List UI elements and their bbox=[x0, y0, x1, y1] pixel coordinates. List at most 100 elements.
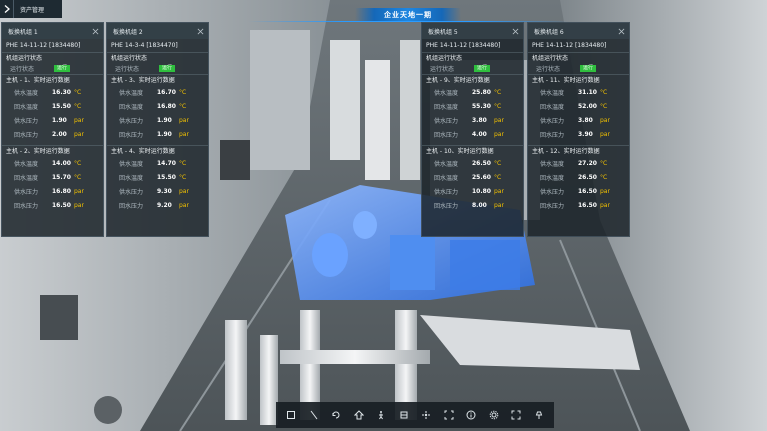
row-label: 供水温度 bbox=[434, 160, 459, 168]
row-label: 回水温度 bbox=[119, 103, 144, 111]
status-row: 运行状态 运行 bbox=[422, 63, 523, 74]
rotate-icon[interactable] bbox=[329, 408, 343, 422]
row-value: 15.70 bbox=[52, 173, 71, 181]
row-unit: °C bbox=[600, 88, 608, 96]
row-value: 25.80 bbox=[472, 88, 491, 96]
device-id: PHE 14-11-12 [1834480] bbox=[532, 42, 607, 49]
row-unit: par bbox=[74, 116, 84, 124]
data-row: 回水温度 55.30 °C bbox=[422, 99, 523, 113]
status-badge: 运行 bbox=[159, 65, 176, 72]
row-unit: °C bbox=[494, 159, 502, 167]
row-unit: par bbox=[600, 116, 610, 124]
roam-icon[interactable] bbox=[352, 408, 366, 422]
group-title: 主机 - 3、实时运行数据 bbox=[107, 74, 208, 85]
row-unit: par bbox=[179, 187, 189, 195]
row-label: 回水温度 bbox=[540, 174, 565, 182]
data-row: 供水温度 16.30 °C bbox=[2, 85, 103, 99]
status-label: 运行状态 bbox=[536, 66, 561, 73]
row-unit: °C bbox=[600, 173, 608, 181]
row-value: 1.90 bbox=[157, 130, 172, 138]
fullscreen-icon[interactable] bbox=[509, 408, 523, 422]
close-icon[interactable] bbox=[92, 28, 99, 35]
data-row: 供水压力 1.90 par bbox=[2, 113, 103, 127]
close-icon[interactable] bbox=[618, 28, 625, 35]
row-unit: par bbox=[179, 130, 189, 138]
row-label: 供水温度 bbox=[14, 89, 39, 97]
data-row: 回水温度 15.50 °C bbox=[107, 170, 208, 184]
status-badge: 运行 bbox=[580, 65, 597, 72]
close-icon[interactable] bbox=[512, 28, 519, 35]
group-title: 主机 - 1、实时运行数据 bbox=[2, 74, 103, 85]
row-unit: °C bbox=[179, 102, 187, 110]
section-icon[interactable] bbox=[397, 408, 411, 422]
status-row: 运行状态 运行 bbox=[528, 63, 629, 74]
device-id: PHE 14-11-12 [1834480] bbox=[426, 42, 501, 49]
row-label: 供水压力 bbox=[14, 117, 39, 125]
area-icon[interactable] bbox=[284, 408, 298, 422]
row-value: 16.70 bbox=[157, 88, 176, 96]
row-unit: par bbox=[494, 116, 504, 124]
data-row: 回水温度 16.80 °C bbox=[107, 99, 208, 113]
group-title: 主机 - 4、实时运行数据 bbox=[107, 145, 208, 156]
row-label: 供水压力 bbox=[434, 117, 459, 125]
row-label: 回水温度 bbox=[119, 174, 144, 182]
row-value: 16.80 bbox=[157, 102, 176, 110]
row-label: 供水压力 bbox=[434, 188, 459, 196]
row-value: 55.30 bbox=[472, 102, 491, 110]
row-unit: °C bbox=[179, 173, 187, 181]
data-row: 回水压力 4.00 par bbox=[422, 127, 523, 141]
row-label: 回水温度 bbox=[434, 103, 459, 111]
row-label: 供水压力 bbox=[119, 117, 144, 125]
status-badge: 运行 bbox=[474, 65, 491, 72]
row-unit: par bbox=[494, 130, 504, 138]
data-row: 供水温度 31.10 °C bbox=[528, 85, 629, 99]
data-row: 供水温度 16.70 °C bbox=[107, 85, 208, 99]
row-label: 回水压力 bbox=[540, 131, 565, 139]
status-label: 运行状态 bbox=[115, 66, 140, 73]
panel-header: 板换机组 2 bbox=[107, 23, 208, 39]
pin-icon[interactable] bbox=[532, 408, 546, 422]
unit-panel-2: 板换机组 2 PHE 14-3-4 [1834470] 机组运行状态 运行状态 … bbox=[106, 22, 209, 237]
row-label: 供水压力 bbox=[119, 188, 144, 196]
data-row: 供水压力 3.80 par bbox=[528, 113, 629, 127]
chevron-right-icon bbox=[0, 0, 14, 18]
row-unit: °C bbox=[600, 159, 608, 167]
data-row: 供水温度 14.70 °C bbox=[107, 156, 208, 170]
row-value: 26.50 bbox=[578, 173, 597, 181]
row-label: 供水温度 bbox=[119, 160, 144, 168]
row-value: 26.50 bbox=[472, 159, 491, 167]
data-row: 供水压力 9.30 par bbox=[107, 184, 208, 198]
info-icon[interactable] bbox=[464, 408, 478, 422]
row-unit: °C bbox=[74, 159, 82, 167]
ruler-icon[interactable] bbox=[307, 408, 321, 422]
row-value: 31.10 bbox=[578, 88, 597, 96]
status-section-title: 机组运行状态 bbox=[528, 52, 629, 63]
panel-header: 板换机组 1 bbox=[2, 23, 103, 39]
back-button[interactable]: 资产管理 bbox=[0, 0, 62, 18]
group-title: 主机 - 9、实时运行数据 bbox=[422, 74, 523, 85]
back-button-label: 资产管理 bbox=[20, 6, 45, 14]
settings-icon[interactable] bbox=[487, 408, 501, 422]
row-label: 回水温度 bbox=[14, 103, 39, 111]
data-row: 回水温度 15.70 °C bbox=[2, 170, 103, 184]
fit-view-icon[interactable] bbox=[442, 408, 456, 422]
row-unit: °C bbox=[600, 102, 608, 110]
data-row: 供水压力 16.80 par bbox=[2, 184, 103, 198]
explode-icon[interactable] bbox=[419, 408, 433, 422]
project-title: 企业天地一期 bbox=[355, 8, 461, 22]
row-value: 4.00 bbox=[472, 130, 487, 138]
row-value: 16.50 bbox=[578, 187, 597, 195]
row-value: 15.50 bbox=[157, 173, 176, 181]
walk-icon[interactable] bbox=[374, 408, 388, 422]
unit-panel-5: 板换机组 5 PHE 14-11-12 [1834480] 机组运行状态 运行状… bbox=[421, 22, 524, 237]
panel-header: 板换机组 6 bbox=[528, 23, 629, 39]
row-label: 回水温度 bbox=[434, 174, 459, 182]
row-label: 回水压力 bbox=[14, 131, 39, 139]
data-row: 回水压力 8.00 par bbox=[422, 198, 523, 212]
row-value: 16.50 bbox=[52, 201, 71, 209]
data-row: 回水压力 9.20 par bbox=[107, 198, 208, 212]
row-unit: par bbox=[494, 187, 504, 195]
data-row: 供水压力 1.90 par bbox=[107, 113, 208, 127]
row-unit: par bbox=[179, 116, 189, 124]
close-icon[interactable] bbox=[197, 28, 204, 35]
